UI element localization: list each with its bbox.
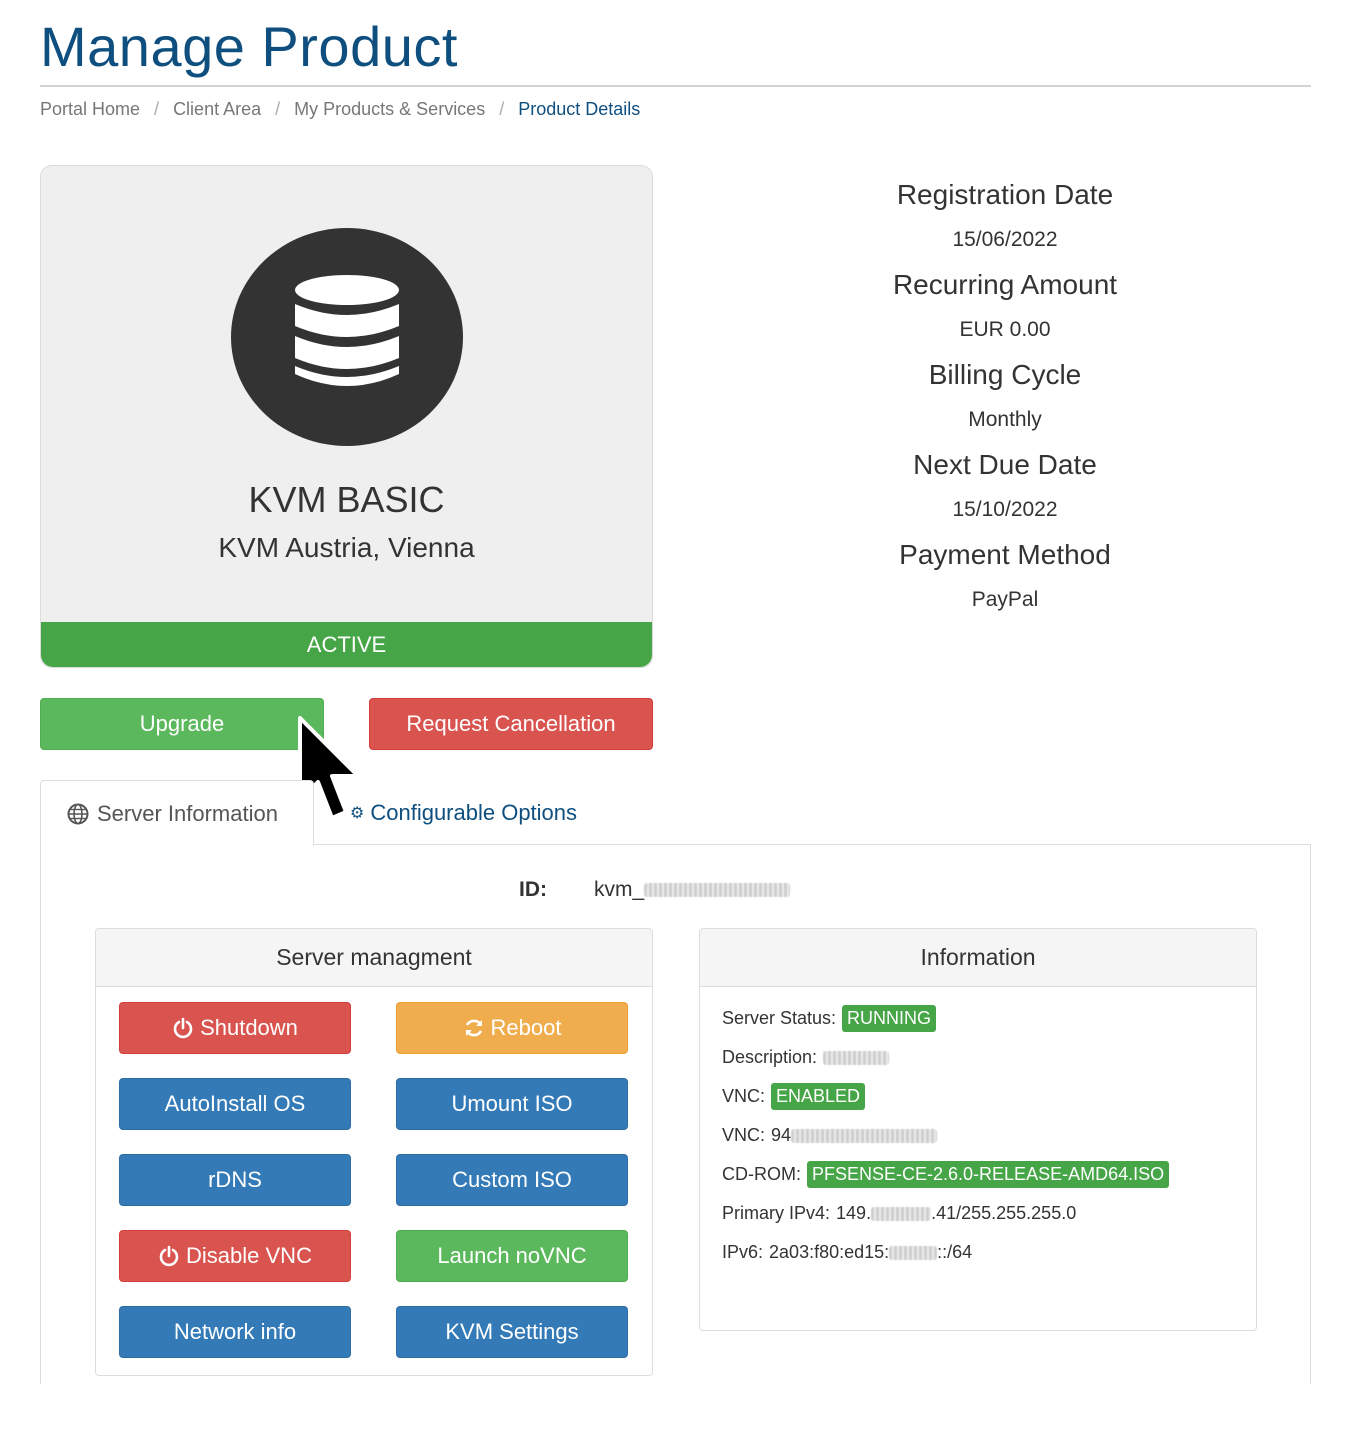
product-icon-circle <box>231 228 463 446</box>
tab-configurable-options[interactable]: ⚙ Configurable Options <box>350 780 577 846</box>
redacted-ipv4 <box>871 1206 932 1221</box>
shutdown-button[interactable]: Shutdown <box>119 1002 351 1054</box>
product-location: KVM Austria, Vienna <box>218 532 475 563</box>
primary-ipv4-label: Primary IPv4: <box>722 1203 831 1223</box>
tab-server-information-label: Server Information <box>97 800 278 826</box>
registration-date-value: 15/06/2022 <box>952 228 1058 251</box>
redacted-description <box>823 1050 890 1065</box>
cdrom-row: CD-ROM: PFSENSE-CE-2.6.0-RELEASE-AMD64.I… <box>722 1155 1170 1194</box>
breadcrumb-separator: / <box>499 99 505 119</box>
primary-ipv4-suffix: .41/255.255.255.0 <box>931 1203 1077 1223</box>
vnc-status-badge: ENABLED <box>771 1083 866 1110</box>
breadcrumb: Portal Home / Client Area / My Products … <box>40 99 640 120</box>
vnc-status-label: VNC: <box>722 1086 766 1106</box>
globe-icon <box>67 803 89 824</box>
status-badge: ACTIVE <box>41 622 652 667</box>
billing-cycle-label: Billing Cycle <box>928 359 1082 390</box>
redacted-id <box>644 883 791 897</box>
umount-iso-button[interactable]: Umount ISO <box>396 1078 628 1130</box>
vnc-address-label: VNC: <box>722 1125 766 1145</box>
server-id-prefix: kvm_ <box>594 878 645 901</box>
ipv6-prefix: 2a03:f80:ed15: <box>769 1242 890 1262</box>
disable-vnc-label: Disable VNC <box>186 1243 312 1268</box>
recurring-amount-label: Recurring Amount <box>892 269 1118 300</box>
vnc-address-row: VNC: 94 <box>722 1116 1169 1155</box>
kvm-settings-button[interactable]: KVM Settings <box>396 1306 628 1358</box>
ipv6-suffix: ::/64 <box>937 1242 973 1262</box>
server-id-row: ID: kvm_ <box>519 878 791 902</box>
payment-method-label: Payment Method <box>899 539 1111 570</box>
tab-server-information[interactable]: Server Information <box>40 780 314 846</box>
reboot-label: Reboot <box>490 1015 562 1040</box>
request-cancellation-button[interactable]: Request Cancellation <box>369 698 653 750</box>
server-management-panel: Server managment Shutdown Reboot AutoIns… <box>95 928 653 1376</box>
network-info-button[interactable]: Network info <box>119 1306 351 1358</box>
shutdown-label: Shutdown <box>200 1015 298 1040</box>
information-list: Server Status: RUNNING Description: VNC:… <box>722 999 1170 1272</box>
vnc-address-prefix: 94 <box>771 1125 792 1145</box>
billing-info: Registration Date 15/06/2022 Recurring A… <box>740 172 1270 622</box>
vnc-status-row: VNC: ENABLED <box>722 1077 1169 1116</box>
product-card: KVM BASIC KVM Austria, Vienna ACTIVE <box>40 165 653 668</box>
power-icon <box>172 1017 194 1039</box>
redacted-vnc-address <box>791 1128 938 1143</box>
ipv6-label: IPv6: <box>722 1242 764 1262</box>
refresh-icon <box>463 1017 485 1039</box>
next-due-date-label: Next Due Date <box>913 449 1097 480</box>
breadcrumb-product-details: Product Details <box>518 99 641 119</box>
power-icon <box>158 1245 180 1267</box>
information-title: Information <box>700 929 1256 987</box>
server-status-badge: RUNNING <box>842 1005 937 1032</box>
ipv6-row: IPv6: 2a03:f80:ed15: ::/64 <box>722 1233 1169 1272</box>
reboot-button[interactable]: Reboot <box>396 1002 628 1054</box>
registration-date-label: Registration Date <box>896 179 1114 210</box>
description-row: Description: <box>722 1038 1169 1077</box>
rdns-button[interactable]: rDNS <box>119 1154 351 1206</box>
breadcrumb-client-area[interactable]: Client Area <box>173 99 261 120</box>
page-title: Manage Product <box>40 15 458 78</box>
breadcrumb-portal-home[interactable]: Portal Home <box>40 99 140 120</box>
next-due-date-value: 15/10/2022 <box>952 498 1058 521</box>
recurring-amount-value: EUR 0.00 <box>959 318 1051 341</box>
description-label: Description: <box>722 1047 818 1067</box>
cdrom-label: CD-ROM: <box>722 1164 801 1184</box>
primary-ipv4-row: Primary IPv4: 149. .41/255.255.255.0 <box>722 1194 1169 1233</box>
upgrade-button[interactable]: Upgrade <box>40 698 324 750</box>
breadcrumb-separator: / <box>154 99 160 119</box>
disable-vnc-button[interactable]: Disable VNC <box>119 1230 351 1282</box>
billing-cycle-value: Monthly <box>968 408 1042 431</box>
launch-novnc-button[interactable]: Launch noVNC <box>396 1230 628 1282</box>
product-name: KVM BASIC <box>248 479 445 520</box>
breadcrumb-separator: / <box>275 99 281 119</box>
title-divider <box>40 85 1311 87</box>
server-management-title: Server managment <box>96 929 652 987</box>
payment-method-value: PayPal <box>971 588 1039 611</box>
information-panel: Information Server Status: RUNNING Descr… <box>699 928 1257 1331</box>
database-icon <box>295 275 399 386</box>
primary-ipv4-prefix: 149. <box>836 1203 872 1223</box>
redacted-ipv6 <box>889 1245 938 1260</box>
breadcrumb-products-services[interactable]: My Products & Services <box>294 99 485 120</box>
custom-iso-button[interactable]: Custom ISO <box>396 1154 628 1206</box>
autoinstall-os-button[interactable]: AutoInstall OS <box>119 1078 351 1130</box>
tab-configurable-options-label: Configurable Options <box>370 800 578 825</box>
server-id-label: ID: <box>519 878 547 901</box>
server-status-row: Server Status: RUNNING <box>722 999 1169 1038</box>
cdrom-badge: PFSENSE-CE-2.6.0-RELEASE-AMD64.ISO <box>807 1161 1170 1188</box>
server-status-label: Server Status: <box>722 1008 837 1028</box>
